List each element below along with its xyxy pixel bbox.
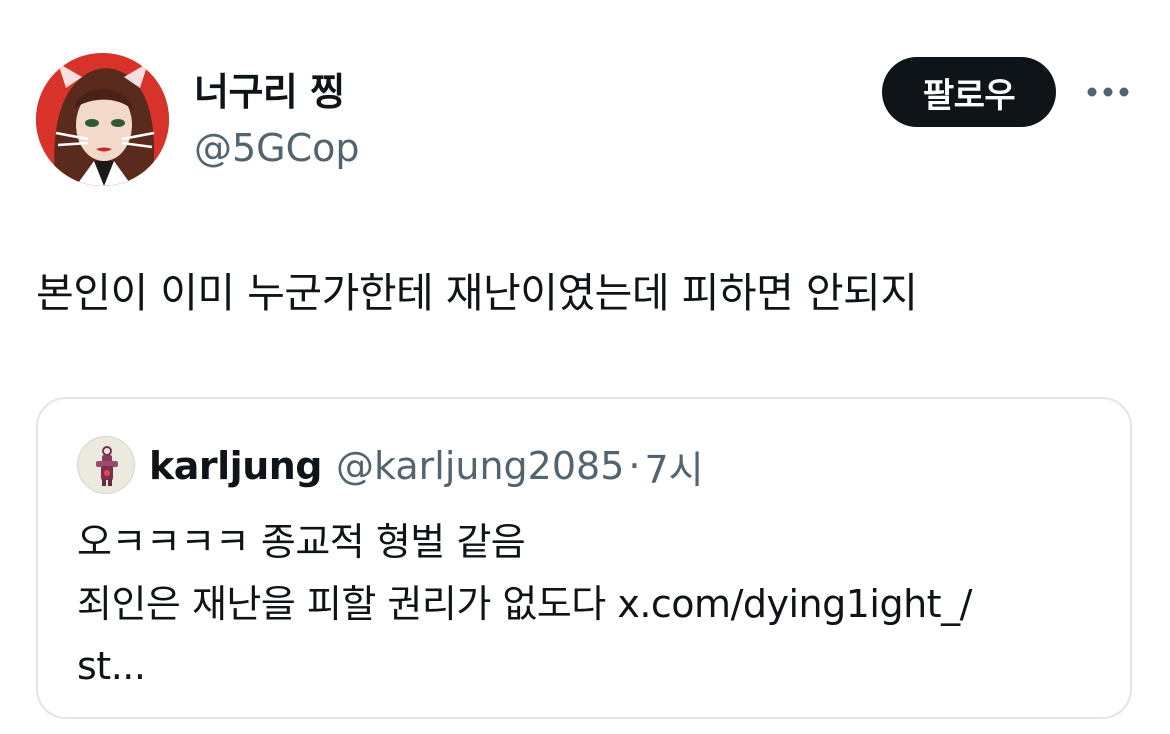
quote-timestamp[interactable]: 7시 [644,439,703,494]
quote-separator: · [628,444,641,488]
figurine-avatar-icon [78,437,134,493]
author-handle[interactable]: @5GCop [194,124,360,172]
more-options-button[interactable] [1084,76,1132,108]
quote-text-line: 오ㅋㅋㅋㅋ 종교적 형벌 같음 [77,520,526,564]
avatar-portrait-icon [36,53,169,186]
quote-text: 오ㅋㅋㅋㅋ 종교적 형벌 같음 죄인은 재난을 피할 권리가 없도다 x.com… [77,511,1097,697]
quote-author-name[interactable]: karljung [149,444,323,488]
quote-author-avatar[interactable] [77,436,135,494]
quote-text-line: st... [77,644,146,688]
author-avatar[interactable] [36,53,169,186]
quote-text-line: 죄인은 재난을 피할 권리가 없도다 x.com/dying1ight_/ [77,582,972,626]
quote-author-handle[interactable]: @karljung2085 [336,444,624,488]
author-display-name[interactable]: 너구리 찡 [194,68,345,116]
tweet: 너구리 찡 @5GCop 팔로우 본인이 이미 누군가한테 재난이였는데 피하면… [0,0,1170,734]
quote-header: karljung @karljung2085 · 7시 [149,439,704,493]
tweet-text: 본인이 이미 누군가한테 재난이였는데 피하면 안되지 [36,269,918,317]
follow-button[interactable]: 팔로우 [882,57,1056,127]
quote-tweet-card[interactable]: karljung @karljung2085 · 7시 오ㅋㅋㅋㅋ 종교적 형벌… [36,397,1132,719]
more-horizontal-icon [1087,87,1129,97]
